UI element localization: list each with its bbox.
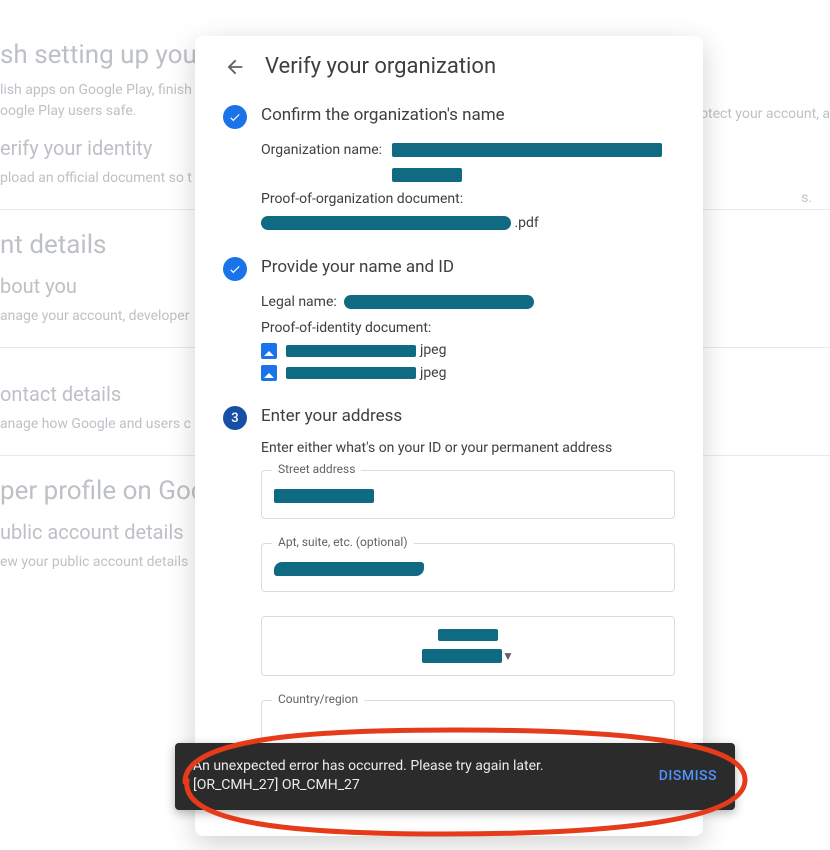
address-helper-text: Enter either what's on your ID or your p… — [261, 440, 675, 456]
chevron-down-icon: ▼ — [502, 649, 514, 663]
region-select[interactable]: ▼ — [261, 616, 675, 676]
step-title: Enter your address — [261, 406, 675, 426]
region-value-line1 — [438, 629, 498, 641]
file-ext: jpeg — [420, 365, 447, 381]
snackbar-line1: An unexpected error has occurred. Please… — [193, 757, 544, 777]
legal-name-value — [344, 295, 534, 309]
apt-label: Apt, suite, etc. (optional) — [272, 535, 414, 549]
country-field[interactable]: Country/region — [261, 700, 675, 749]
snackbar-message: An unexpected error has occurred. Please… — [193, 757, 544, 796]
bg-text: otect your account, a — [700, 104, 830, 125]
country-label: Country/region — [272, 692, 364, 706]
file-ext: jpeg — [420, 342, 447, 358]
org-name-label: Organization name: — [261, 139, 382, 161]
proof-id-label: Proof-of-identity document: — [261, 317, 675, 339]
dialog-header: Verify your organization — [223, 54, 675, 79]
proof-org-file: .pdf — [261, 212, 675, 234]
street-address-field[interactable]: Street address — [261, 470, 675, 519]
org-name-value — [392, 139, 662, 184]
step-done-icon — [223, 257, 247, 281]
street-address-label: Street address — [272, 462, 361, 476]
snackbar-line2: [OR_CMH_27] OR_CMH_27 — [193, 776, 544, 796]
apt-field[interactable]: Apt, suite, etc. (optional) — [261, 543, 675, 592]
proof-id-file-1: jpeg — [261, 339, 675, 361]
dismiss-button[interactable]: DISMISS — [659, 768, 717, 784]
step-name-id: Provide your name and ID Legal name: Pro… — [223, 257, 675, 385]
step-title: Provide your name and ID — [261, 257, 675, 277]
legal-name-label: Legal name: — [261, 294, 337, 310]
step-confirm-org: Confirm the organization's name Organiza… — [223, 105, 675, 235]
step-address: 3 Enter your address Enter either what's… — [223, 406, 675, 749]
region-value-line2 — [422, 649, 502, 663]
image-file-icon — [261, 365, 277, 381]
image-file-icon — [261, 343, 277, 359]
step-number-badge: 3 — [223, 406, 247, 430]
error-snackbar: An unexpected error has occurred. Please… — [175, 743, 735, 810]
step-title: Confirm the organization's name — [261, 105, 675, 125]
file-ext: .pdf — [514, 215, 538, 231]
back-arrow-icon[interactable] — [223, 55, 247, 79]
step-done-icon — [223, 105, 247, 129]
verify-organization-dialog: Verify your organization Confirm the org… — [195, 36, 703, 836]
dialog-title: Verify your organization — [265, 54, 496, 79]
bg-text: s. — [801, 188, 812, 209]
proof-id-file-2: jpeg — [261, 362, 675, 384]
proof-org-label: Proof-of-organization document: — [261, 188, 675, 210]
apt-value — [274, 562, 424, 576]
street-address-value — [274, 489, 374, 503]
